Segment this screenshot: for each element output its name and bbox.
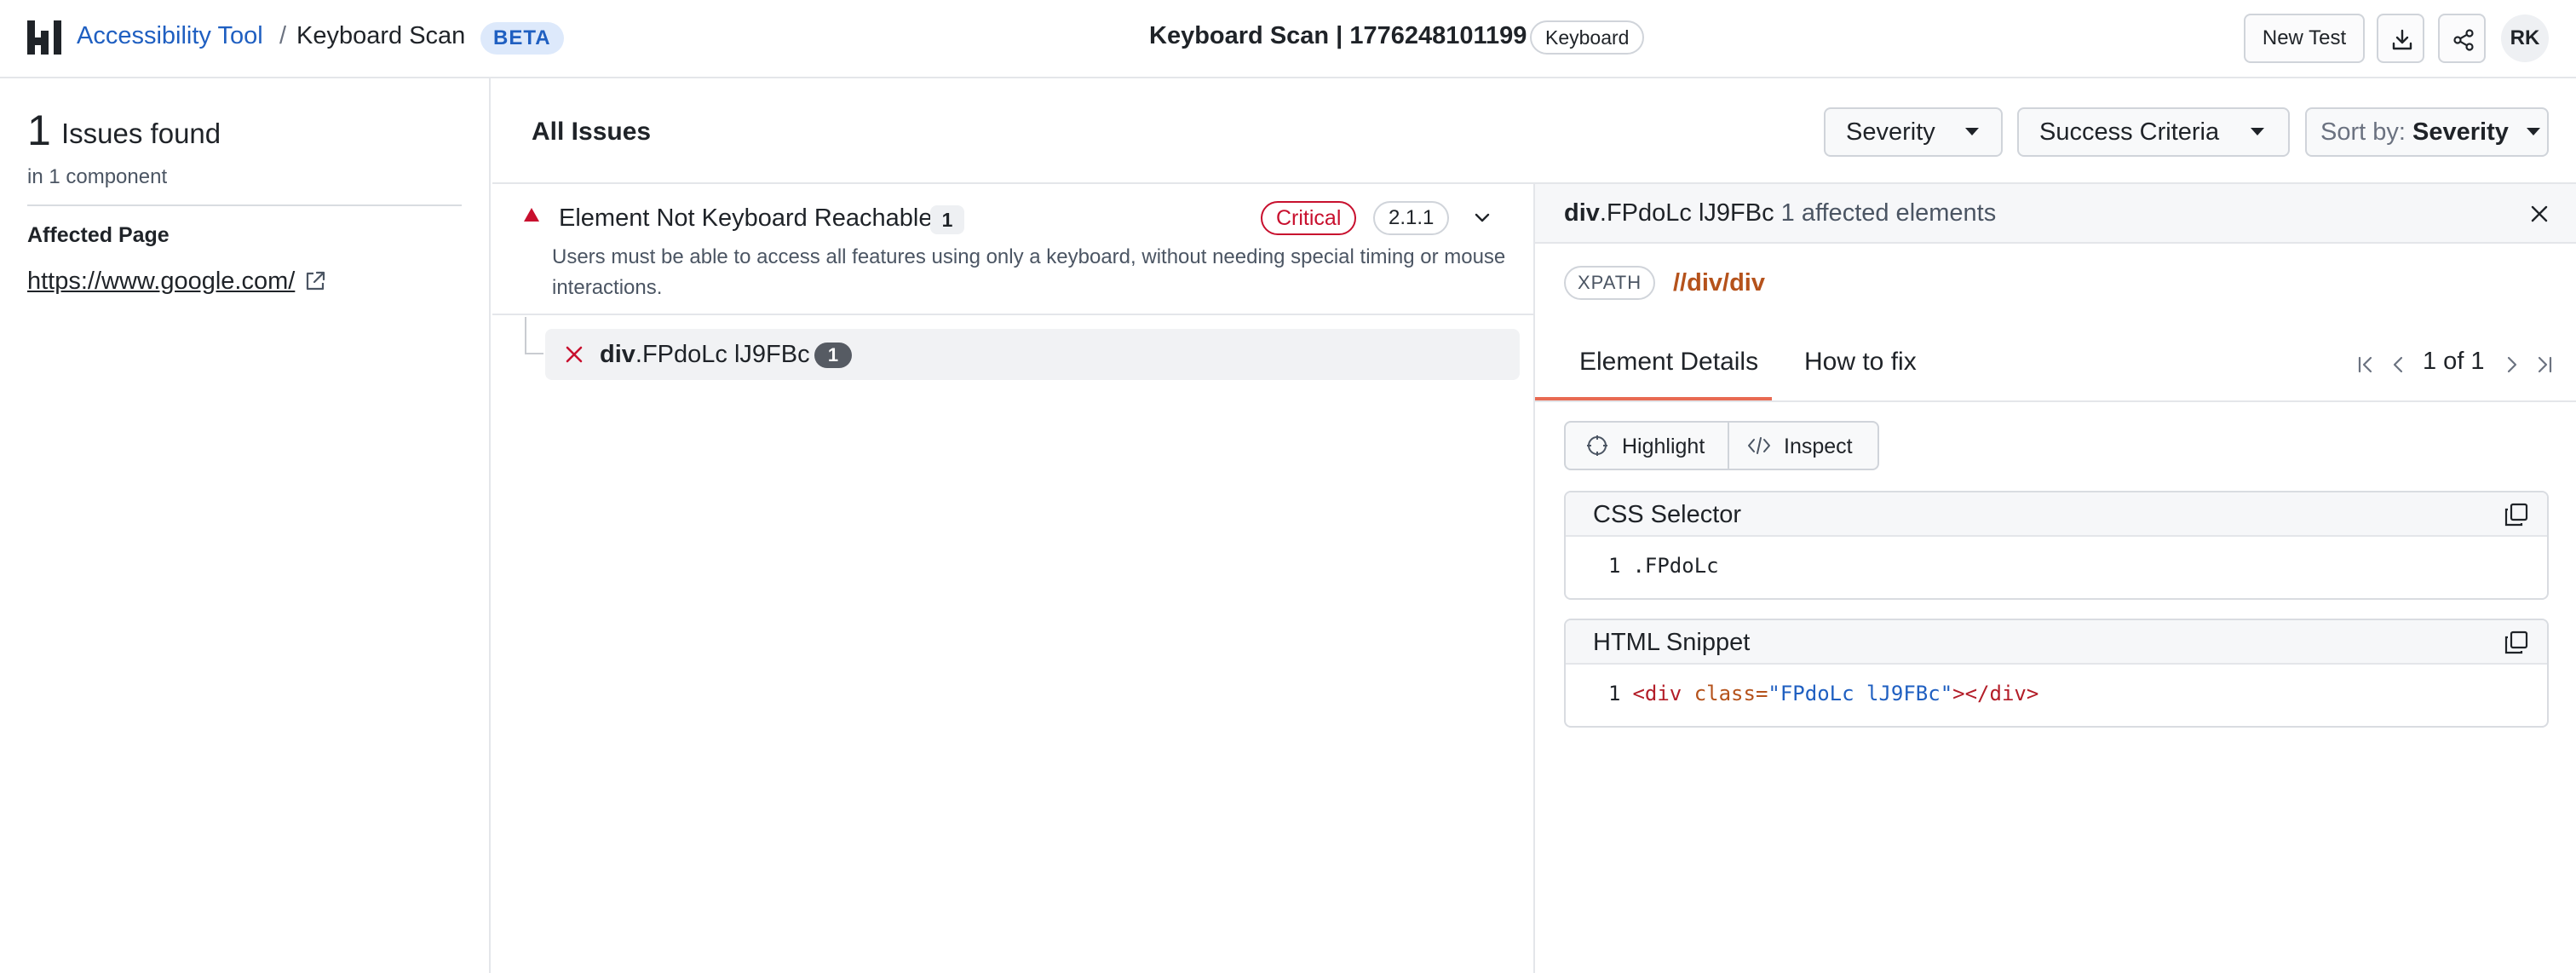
logo-icon[interactable] <box>27 20 61 55</box>
html-close-tag: ></div> <box>1952 682 2039 705</box>
highlight-label: Highlight <box>1622 435 1705 458</box>
issue-description: Users must be able to access all feature… <box>552 245 1506 299</box>
pager-position: 1 of 1 <box>2423 348 2485 375</box>
success-criteria-dropdown-label: Success Criteria <box>2039 118 2220 146</box>
x-icon <box>566 346 583 363</box>
html-snippet-box: HTML Snippet 1 <div class="FPdoLc lJ9FBc"… <box>1564 619 2549 728</box>
issue-title: Element Not Keyboard Reachable <box>559 204 933 232</box>
detail-title: div.FPdoLc lJ9FBc 1 affected elements <box>1564 199 1996 227</box>
caret-down-icon <box>2527 128 2540 135</box>
element-classes: .FPdoLc lJ9FBc <box>635 341 810 368</box>
sort-dropdown[interactable]: Sort by: Severity <box>2305 107 2549 157</box>
issue-count-chip: 1 <box>930 205 964 234</box>
top-bar: Accessibility Tool / Keyboard Scan BETA … <box>0 0 2576 78</box>
detail-header: div.FPdoLc lJ9FBc 1 affected elements <box>1535 184 2576 244</box>
html-open-tag: <div <box>1632 682 1694 705</box>
html-snippet-header: HTML Snippet <box>1566 620 2547 665</box>
copy-icon[interactable] <box>2503 501 2530 528</box>
severity-dropdown[interactable]: Severity <box>1824 107 2003 157</box>
breadcrumb-root-link[interactable]: Accessibility Tool <box>77 22 263 50</box>
element-selector: div.FPdoLc lJ9FBc <box>600 341 810 369</box>
breadcrumb-current: Keyboard Scan <box>296 22 466 49</box>
tab-element-details[interactable]: Element Details <box>1579 348 1758 377</box>
caret-down-icon <box>1965 128 1979 135</box>
beta-badge: BETA <box>480 22 564 55</box>
next-page-icon[interactable] <box>2501 348 2523 382</box>
scan-title: Keyboard Scan | 1776248101199 <box>1149 22 1527 49</box>
affected-page-label: Affected Page <box>27 223 170 247</box>
tree-connector <box>525 317 543 354</box>
css-selector-code: 1 .FPdoLc <box>1608 554 1719 578</box>
issue-count: 1 <box>27 107 51 154</box>
chevron-down-icon[interactable] <box>1470 206 1494 230</box>
css-selector-title: CSS Selector <box>1593 501 1742 528</box>
html-snippet-code: 1 <div class="FPdoLc lJ9FBc"></div> <box>1608 682 2038 705</box>
inspect-label: Inspect <box>1784 435 1853 458</box>
last-page-icon[interactable] <box>2533 348 2556 382</box>
user-avatar[interactable]: RK <box>2501 14 2549 62</box>
copy-icon[interactable] <box>2503 629 2530 656</box>
detail-classes: .FPdoLc lJ9FBc <box>1599 199 1774 227</box>
css-selector-header: CSS Selector <box>1566 492 2547 537</box>
caret-down-icon <box>2251 128 2264 135</box>
component-count-text: in 1 component <box>27 165 168 188</box>
html-attr-name: class= <box>1693 682 1768 705</box>
detail-tag: div <box>1564 199 1600 227</box>
element-list-item[interactable]: div.FPdoLc lJ9FBc 1 <box>545 329 1520 380</box>
issue-row[interactable]: Element Not Keyboard Reachable 1 Critica… <box>492 186 1533 315</box>
xpath-label-chip: XPATH <box>1564 266 1656 300</box>
previous-page-icon[interactable] <box>2387 348 2409 382</box>
scan-type-chip: Keyboard <box>1530 20 1645 55</box>
detail-affected-count: 1 affected elements <box>1780 199 1997 227</box>
severity-badge: Critical <box>1261 201 1357 235</box>
element-tag: div <box>600 341 635 368</box>
css-selector-box: CSS Selector 1 .FPdoLc <box>1564 491 2549 600</box>
sort-prefix-label: Sort by: <box>2320 118 2406 146</box>
all-issues-heading: All Issues <box>532 118 652 146</box>
severity-dropdown-label: Severity <box>1846 118 1935 146</box>
crosshair-icon <box>1587 435 1607 456</box>
summary-sidebar: 1 Issues found in 1 component Affected P… <box>0 78 491 973</box>
download-icon <box>2392 29 2412 50</box>
issue-count-label: Issues found <box>61 118 221 149</box>
sidebar-divider <box>27 204 462 206</box>
new-test-button[interactable]: New Test <box>2244 14 2365 63</box>
highlight-button[interactable]: Highlight <box>1566 423 1728 469</box>
tab-how-to-fix[interactable]: How to fix <box>1804 348 1917 377</box>
close-icon[interactable] <box>2528 203 2550 225</box>
success-criteria-dropdown[interactable]: Success Criteria <box>2017 107 2290 157</box>
first-page-icon[interactable] <box>2355 348 2377 382</box>
html-snippet-title: HTML Snippet <box>1593 629 1751 656</box>
sort-value-label: Severity <box>2412 118 2509 146</box>
download-button[interactable] <box>2377 14 2424 63</box>
element-detail-panel: div.FPdoLc lJ9FBc 1 affected elements XP… <box>1533 184 2576 973</box>
code-icon <box>1748 437 1770 454</box>
breadcrumb-separator: / <box>279 22 287 49</box>
share-button[interactable] <box>2438 14 2486 63</box>
wcag-criterion-badge: 2.1.1 <box>1373 201 1450 235</box>
affected-page-link[interactable]: https://www.google.com/ <box>27 268 295 296</box>
tabs-divider <box>1535 400 2576 402</box>
share-icon <box>2453 29 2474 51</box>
inspect-button[interactable]: Inspect <box>1729 423 1877 469</box>
line-number: 1 <box>1608 682 1621 705</box>
element-count-badge: 1 <box>814 343 852 368</box>
xpath-value: //div/div <box>1673 269 1765 297</box>
element-actions: Highlight Inspect <box>1564 421 1879 470</box>
external-link-icon[interactable] <box>303 269 327 293</box>
triangle-up-icon <box>524 208 539 222</box>
html-attr-value: "FPdoLc lJ9FBc" <box>1768 682 1953 705</box>
filter-bar: All Issues Severity Success Criteria Sor… <box>492 78 2576 184</box>
line-number: 1 <box>1608 554 1621 578</box>
css-selector-value: .FPdoLc <box>1632 554 1719 578</box>
